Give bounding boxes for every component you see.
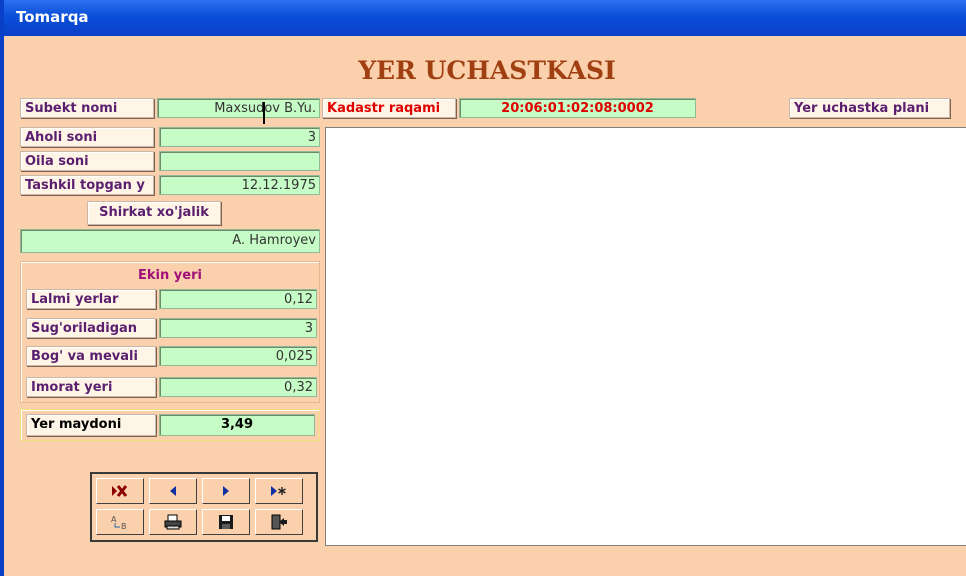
farm-field[interactable]: A. Hamroyev <box>20 229 320 253</box>
next-record-icon <box>223 486 229 496</box>
population-field[interactable]: 3 <box>159 127 320 147</box>
cadastre-number-label: Kadastr raqami <box>322 98 456 118</box>
land-plan-image <box>325 127 966 546</box>
save-icon <box>219 515 233 529</box>
record-navigation-panel: AB <box>90 472 318 542</box>
total-area-label: Yer maydoni <box>26 414 156 436</box>
previous-record-icon <box>170 486 176 496</box>
irrigated-land-field[interactable]: 3 <box>159 318 317 338</box>
title-bar: Tomarqa <box>4 0 966 36</box>
building-land-label: Imorat yeri <box>26 377 156 397</box>
form-window: Tomarqa YER UCHASTKASI Subekt nomi Maxsu… <box>0 0 966 576</box>
rainfed-land-field[interactable]: 0,12 <box>159 289 317 309</box>
founded-year-field[interactable]: 12.12.1975 <box>159 175 320 195</box>
svg-text:B: B <box>121 522 127 530</box>
plan-label: Yer uchastka plani <box>789 98 950 118</box>
svg-text:A: A <box>111 515 117 524</box>
save-button[interactable] <box>202 509 250 535</box>
subject-name-field[interactable]: Maxsudov B.Yu. <box>157 98 320 118</box>
irrigated-land-label: Sug'oriladigan <box>26 318 156 338</box>
previous-record-button[interactable] <box>149 478 197 504</box>
next-record-button[interactable] <box>202 478 250 504</box>
founded-year-label: Tashkil topgan y <box>20 175 154 195</box>
new-record-button[interactable] <box>255 478 303 504</box>
delete-record-icon <box>112 485 128 497</box>
print-icon <box>164 514 182 530</box>
exit-icon <box>271 514 287 530</box>
total-area-field[interactable]: 3,49 <box>159 414 315 436</box>
new-record-icon <box>271 486 286 496</box>
delete-record-button[interactable] <box>96 478 144 504</box>
text-cursor <box>263 102 265 124</box>
window-title: Tomarqa <box>16 8 89 26</box>
exit-button[interactable] <box>255 509 303 535</box>
orchard-label: Bog' va mevali <box>26 346 156 366</box>
family-count-field[interactable] <box>159 151 320 171</box>
form-heading: YER UCHASTKASI <box>358 56 616 85</box>
print-button[interactable] <box>149 509 197 535</box>
farm-label: Shirkat xo'jalik <box>87 201 221 225</box>
subject-name-label: Subekt nomi <box>20 98 154 118</box>
building-land-field[interactable]: 0,32 <box>159 377 317 397</box>
spellcheck-icon: AB <box>111 515 127 530</box>
spellcheck-button[interactable]: AB <box>96 509 144 535</box>
orchard-field[interactable]: 0,025 <box>159 346 317 366</box>
rainfed-land-label: Lalmi yerlar <box>26 289 156 309</box>
crop-area-title: Ekin yeri <box>138 268 202 283</box>
population-label: Aholi soni <box>20 127 154 147</box>
cadastre-number-field[interactable]: 20:06:01:02:08:0002 <box>459 98 696 118</box>
family-count-label: Oila soni <box>20 151 154 171</box>
